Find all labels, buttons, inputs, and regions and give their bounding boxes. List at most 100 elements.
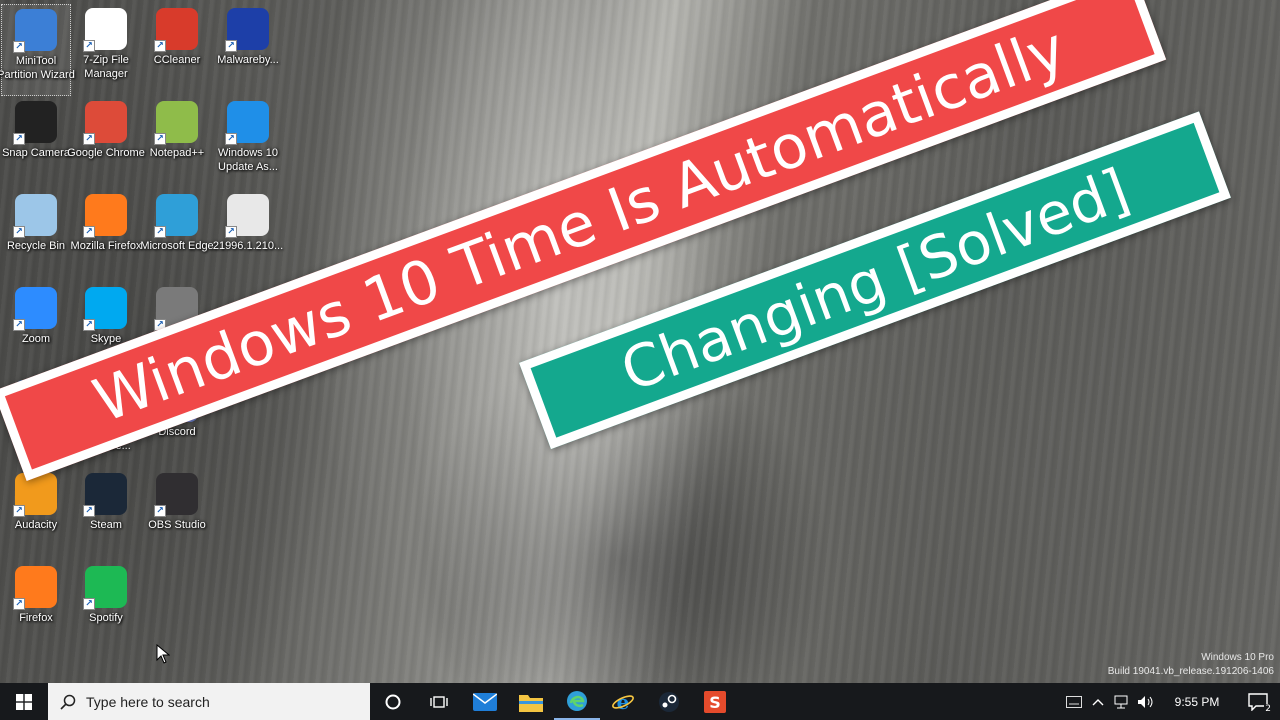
desktop-icon-label: CCleaner — [153, 54, 201, 66]
firefox-icon: ↗ — [83, 194, 127, 238]
desktop-icon-label: Windows 10 Update As... — [218, 147, 278, 173]
shortcut-arrow-icon: ↗ — [13, 598, 25, 610]
system-tray: 9:55 PM 2 — [1062, 683, 1280, 720]
minitool-partition-icon: ↗ — [13, 9, 57, 53]
cortana-button[interactable] — [370, 683, 416, 720]
shortcut-arrow-icon: ↗ — [13, 505, 25, 517]
desktop-icon-chrome[interactable]: ↗ Google Chrome — [67, 97, 145, 189]
file-explorer-icon — [519, 694, 543, 712]
desktop-icon-minitool-partition[interactable]: ↗ MiniTool Partition Wizard — [0, 4, 75, 96]
snap-camera-icon: ↗ — [13, 101, 57, 145]
watermark-build: Build 19041.vb_release.191206-1406 — [1107, 666, 1274, 677]
taskbar-edge[interactable] — [554, 683, 600, 720]
windows-watermark: Windows 10 Pro Build 19041.vb_release.19… — [1108, 651, 1274, 679]
spotify-icon: ↗ — [83, 566, 127, 610]
shortcut-arrow-icon: ↗ — [225, 133, 237, 145]
desktop-icon-label: 21996.1.210... — [212, 240, 284, 252]
desktop-icon-steam[interactable]: ↗ Steam — [71, 469, 141, 561]
taskbar-app-s[interactable]: S — [692, 683, 738, 720]
shortcut-arrow-icon: ↗ — [83, 133, 95, 145]
steam-icon: ↗ — [83, 473, 127, 517]
internet-explorer-icon: e — [612, 691, 634, 713]
zoom-icon: ↗ — [13, 287, 57, 331]
desktop-icon-obs[interactable]: ↗ OBS Studio — [142, 469, 212, 561]
desktop-icon-ccleaner[interactable]: ↗ CCleaner — [142, 4, 212, 96]
desktop-icon-audacity[interactable]: ↗ Audacity — [1, 469, 71, 561]
desktop-icon-zoom[interactable]: ↗ Zoom — [1, 283, 71, 375]
edge-icon — [567, 690, 587, 711]
shortcut-arrow-icon: ↗ — [83, 40, 95, 52]
tray-volume[interactable] — [1134, 683, 1158, 720]
search-placeholder: Type here to search — [86, 693, 210, 710]
desktop-icon-label: Zoom — [21, 333, 51, 345]
desktop-icon-7zip[interactable]: ↗ 7-Zip File Manager — [71, 4, 141, 96]
shortcut-arrow-icon: ↗ — [154, 226, 166, 238]
desktop-icon-label: Recycle Bin — [6, 240, 66, 252]
malwarebytes-icon: ↗ — [225, 8, 269, 52]
watermark-edition: Windows 10 Pro — [1201, 652, 1274, 663]
desktop-icon-label: OBS Studio — [148, 519, 206, 531]
edge-icon: ↗ — [154, 194, 198, 238]
taskbar-file-explorer[interactable] — [508, 683, 554, 720]
shortcut-arrow-icon: ↗ — [83, 319, 95, 331]
desktop-icon-malwarebytes[interactable]: ↗ Malwareby... — [213, 4, 283, 96]
desktop-icon-label: Malwareby... — [217, 54, 279, 66]
desktop-icon-label: 7-Zip File Manager — [83, 54, 129, 80]
app-s-icon: S — [704, 690, 726, 713]
desktop-icon-edge[interactable]: ↗ Microsoft Edge — [140, 190, 214, 282]
volume-icon — [1138, 695, 1153, 708]
desktop-icon-label: Notepad++ — [149, 147, 205, 159]
search-icon — [60, 694, 76, 710]
shortcut-arrow-icon: ↗ — [154, 505, 166, 517]
steam-icon — [659, 691, 679, 712]
task-view-icon — [430, 695, 448, 708]
desktop-icon-snap-camera[interactable]: ↗ Snap Camera — [1, 97, 71, 189]
mouse-cursor-icon — [156, 644, 170, 664]
firefox-icon: ↗ — [13, 566, 57, 610]
ccleaner-icon: ↗ — [154, 8, 198, 52]
7zip-icon: ↗ — [83, 8, 127, 52]
network-icon — [1114, 695, 1128, 708]
desktop-icon-label: Microsoft Edge — [140, 240, 214, 252]
taskbar-mail[interactable] — [462, 683, 508, 720]
tray-overflow[interactable] — [1086, 683, 1110, 720]
taskbar-clock[interactable]: 9:55 PM — [1158, 695, 1236, 709]
desktop-icon-firefox[interactable]: ↗ Mozilla Firefox — [71, 190, 141, 282]
desktop-icon-label: Mozilla Firefox — [70, 240, 142, 252]
shortcut-arrow-icon: ↗ — [83, 226, 95, 238]
windows-update-icon: ↗ — [225, 101, 269, 145]
keyboard-icon — [1066, 695, 1082, 708]
shortcut-arrow-icon: ↗ — [83, 505, 95, 517]
shortcut-arrow-icon: ↗ — [13, 226, 25, 238]
cortana-icon — [385, 694, 401, 709]
desktop-icon-label: MiniTool Partition Wizard — [0, 55, 75, 81]
taskbar-internet-explorer[interactable]: e — [600, 683, 646, 720]
shortcut-arrow-icon: ↗ — [13, 133, 25, 145]
taskbar: Type here to search e S 9:55 PM 2 — [0, 683, 1280, 720]
obs-icon: ↗ — [154, 473, 198, 517]
windows-logo-icon — [16, 693, 32, 710]
desktop-icon-recycle-bin[interactable]: ↗ Recycle Bin — [1, 190, 71, 282]
desktop-icon-notepadpp[interactable]: ↗ Notepad++ — [142, 97, 212, 189]
taskbar-steam[interactable] — [646, 683, 692, 720]
shortcut-arrow-icon: ↗ — [83, 598, 95, 610]
tray-keyboard[interactable] — [1062, 683, 1086, 720]
desktop-icon-firefox[interactable]: ↗ Firefox — [1, 562, 71, 654]
desktop-icon-label: Audacity — [14, 519, 58, 531]
desktop-icon-windows-update[interactable]: ↗ Windows 10 Update As... — [213, 97, 283, 189]
notification-center-button[interactable]: 2 — [1236, 683, 1280, 720]
desktop[interactable]: ↗ MiniTool Partition Wizard ↗ Snap Camera ↗ R… — [0, 0, 1280, 683]
chevron-up-icon — [1092, 698, 1104, 705]
notepadpp-icon: ↗ — [154, 101, 198, 145]
shortcut-arrow-icon: ↗ — [154, 40, 166, 52]
start-button[interactable] — [0, 683, 48, 720]
desktop-icon-spotify[interactable]: ↗ Spotify — [71, 562, 141, 654]
desktop-icon-label: Snap Camera — [2, 147, 70, 159]
task-view-button[interactable] — [416, 683, 462, 720]
taskbar-search-box[interactable]: Type here to search — [48, 683, 370, 720]
svg-text:e: e — [617, 691, 630, 713]
desktop-icon-iso-file[interactable]: ↗ 21996.1.210... — [213, 190, 283, 282]
tray-network[interactable] — [1110, 683, 1134, 720]
desktop-icon-label: Firefox — [19, 612, 53, 624]
recycle-bin-icon: ↗ — [13, 194, 57, 238]
